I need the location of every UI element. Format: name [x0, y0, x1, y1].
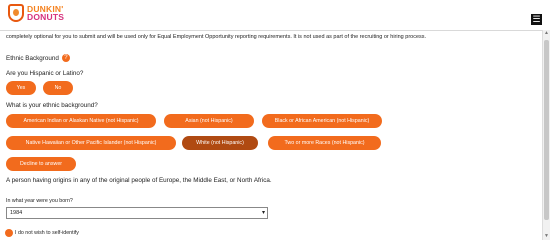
ethnic-option-two-or-more[interactable]: Two or more Races (not Hispanic)	[268, 136, 381, 150]
help-icon[interactable]: ?	[61, 54, 70, 62]
ethnic-option-black[interactable]: Black or African American (not Hispanic)	[262, 114, 382, 128]
ethnic-option-native-hawaiian[interactable]: Native Hawaiian or Other Pacific Islande…	[6, 136, 176, 150]
birth-year-select[interactable]: 1984 ▾	[6, 207, 268, 219]
coffee-cup-icon	[8, 4, 24, 22]
opt-out-label: I do not wish to self-identify	[15, 230, 79, 236]
scroll-up-icon[interactable]: ▲	[543, 30, 550, 37]
ethnic-option-decline[interactable]: Decline to answer	[6, 157, 76, 171]
ethnic-question: What is your ethnic background?	[6, 102, 98, 109]
hispanic-no-button[interactable]: No	[43, 81, 73, 95]
birth-year-label: In what year were you born?	[6, 198, 73, 204]
scrollbar-thumb[interactable]	[544, 40, 549, 220]
hispanic-yes-button[interactable]: Yes	[6, 81, 36, 95]
ethnic-option-white[interactable]: White (not Hispanic)	[182, 136, 258, 150]
app-header: DUNKIN' DONUTS ☰	[0, 0, 550, 31]
chevron-down-icon: ▾	[261, 210, 265, 216]
section-title: Ethnic Background ?	[6, 54, 70, 62]
ethnicity-form: completely optional for you to submit an…	[6, 34, 536, 236]
dunkin-logo[interactable]: DUNKIN' DONUTS	[8, 4, 64, 22]
opt-out-radio[interactable]	[6, 230, 12, 236]
scroll-down-icon[interactable]: ▼	[543, 233, 550, 240]
birth-year-value: 1984	[10, 210, 23, 216]
logo-text: DUNKIN' DONUTS	[27, 4, 65, 22]
menu-icon[interactable]: ☰	[531, 14, 542, 25]
selection-description: A person having origins in any of the or…	[6, 177, 272, 184]
ethnic-option-asian[interactable]: Asian (not Hispanic)	[164, 114, 254, 128]
intro-text: completely optional for you to submit an…	[6, 34, 427, 40]
hispanic-question: Are you Hispanic or Latino?	[6, 70, 84, 77]
opt-out-option[interactable]: I do not wish to self-identify	[6, 230, 79, 236]
ethnic-option-american-indian[interactable]: American Indian or Alaskan Native (not H…	[6, 114, 156, 128]
vertical-scrollbar[interactable]: ▲ ▼	[542, 30, 550, 240]
